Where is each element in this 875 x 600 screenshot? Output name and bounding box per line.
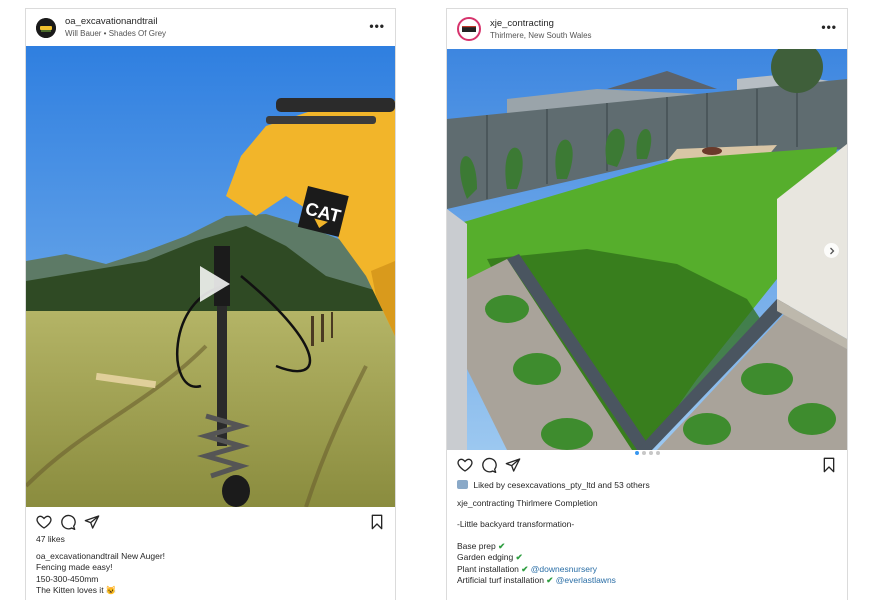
checklist-item: Base prep ✔ <box>457 541 837 553</box>
post-body: 47 likes oa_excavationandtrail New Auger… <box>36 534 385 597</box>
comment-icon[interactable] <box>60 514 76 530</box>
play-icon[interactable] <box>194 264 234 304</box>
username[interactable]: oa_excavationandtrail <box>65 16 166 28</box>
post-body: Liked by cesexcavations_pty_ltd and 53 o… <box>457 480 837 587</box>
more-options-button[interactable]: ••• <box>369 20 385 35</box>
heart-icon[interactable] <box>36 514 52 530</box>
caption-title: Thirlmere Completion <box>516 497 598 508</box>
location[interactable]: Thirlmere, New South Wales <box>490 30 592 41</box>
carousel-indicator <box>457 451 837 455</box>
avatar-logo-icon <box>460 20 478 38</box>
carousel-dot <box>655 451 660 455</box>
backyard-image <box>447 49 847 450</box>
liked-by: Liked by cesexcavations_pty_ltd and 53 o… <box>457 480 837 492</box>
bookmark-icon[interactable] <box>369 514 385 530</box>
avatar-logo-icon <box>36 17 56 38</box>
post-header: oa_excavationandtrail Will Bauer • Shade… <box>26 9 395 46</box>
caption-line-4: The Kitten loves it 😺 <box>36 585 117 595</box>
post-image[interactable] <box>447 49 847 450</box>
check-icon: ✔ <box>498 540 506 551</box>
caption-username[interactable]: oa_excavationandtrail <box>36 551 119 561</box>
heart-icon[interactable] <box>457 457 473 473</box>
next-image-button[interactable] <box>824 243 839 258</box>
checklist-item: Artificial turf installation ✔ @everlast… <box>457 575 837 587</box>
checklist-text: Base prep <box>457 540 496 551</box>
caption-line-2: Fencing made easy! <box>36 562 113 572</box>
bookmark-icon[interactable] <box>821 457 837 473</box>
action-bar <box>457 451 837 475</box>
liked-by-avatar <box>457 480 468 489</box>
checklist-item: Garden edging ✔ <box>457 552 837 564</box>
liked-by-others[interactable]: 53 others <box>614 480 649 490</box>
avatar[interactable] <box>36 17 56 38</box>
username[interactable]: xje_contracting <box>490 18 592 30</box>
liked-by-and: and <box>597 480 612 490</box>
mention-link[interactable]: @everlastlawns <box>556 575 616 585</box>
carousel-dot <box>641 451 646 455</box>
caption-line-1: xje_contracting Thirlmere Completion <box>457 498 837 510</box>
caption-text: New Auger! <box>121 550 166 561</box>
checklist-text: Plant installation <box>457 563 519 574</box>
check-icon: ✔ <box>515 552 523 562</box>
checklist-item: Plant installation ✔ @downesnursery <box>457 564 837 576</box>
likes-count[interactable]: 47 likes <box>36 534 385 546</box>
caption-line-3: 150-300-450mm <box>36 573 99 584</box>
share-icon[interactable] <box>84 514 100 530</box>
action-bar <box>36 512 385 532</box>
check-icon: ✔ <box>546 575 554 585</box>
liked-by-user[interactable]: cesexcavations_pty_ltd <box>507 480 595 490</box>
post-card-2: xje_contracting Thirlmere, New South Wal… <box>446 8 848 600</box>
avatar[interactable] <box>457 17 481 41</box>
caption-subtitle: -Little backyard transformation- <box>457 519 575 529</box>
share-icon[interactable] <box>505 457 521 473</box>
comment-icon[interactable] <box>481 457 497 473</box>
checklist-text: Garden edging <box>457 552 514 562</box>
post-video[interactable]: CAT <box>26 46 395 507</box>
caption-line-1: oa_excavationandtrail New Auger! <box>36 551 385 563</box>
mention-link[interactable]: @downesnursery <box>531 564 597 574</box>
caption-username[interactable]: xje_contracting <box>457 498 514 508</box>
check-icon: ✔ <box>521 563 529 574</box>
carousel-dot <box>634 451 639 455</box>
carousel-dot <box>648 451 653 455</box>
checklist-text: Artificial turf installation <box>457 575 544 585</box>
liked-by-prefix: Liked by <box>473 480 506 490</box>
chevron-right-icon <box>829 247 834 254</box>
audio-subtitle[interactable]: Will Bauer • Shades Of Grey <box>65 28 166 39</box>
post-card-1: oa_excavationandtrail Will Bauer • Shade… <box>25 8 396 600</box>
post-header: xje_contracting Thirlmere, New South Wal… <box>447 9 847 49</box>
more-options-button[interactable]: ••• <box>821 21 837 36</box>
